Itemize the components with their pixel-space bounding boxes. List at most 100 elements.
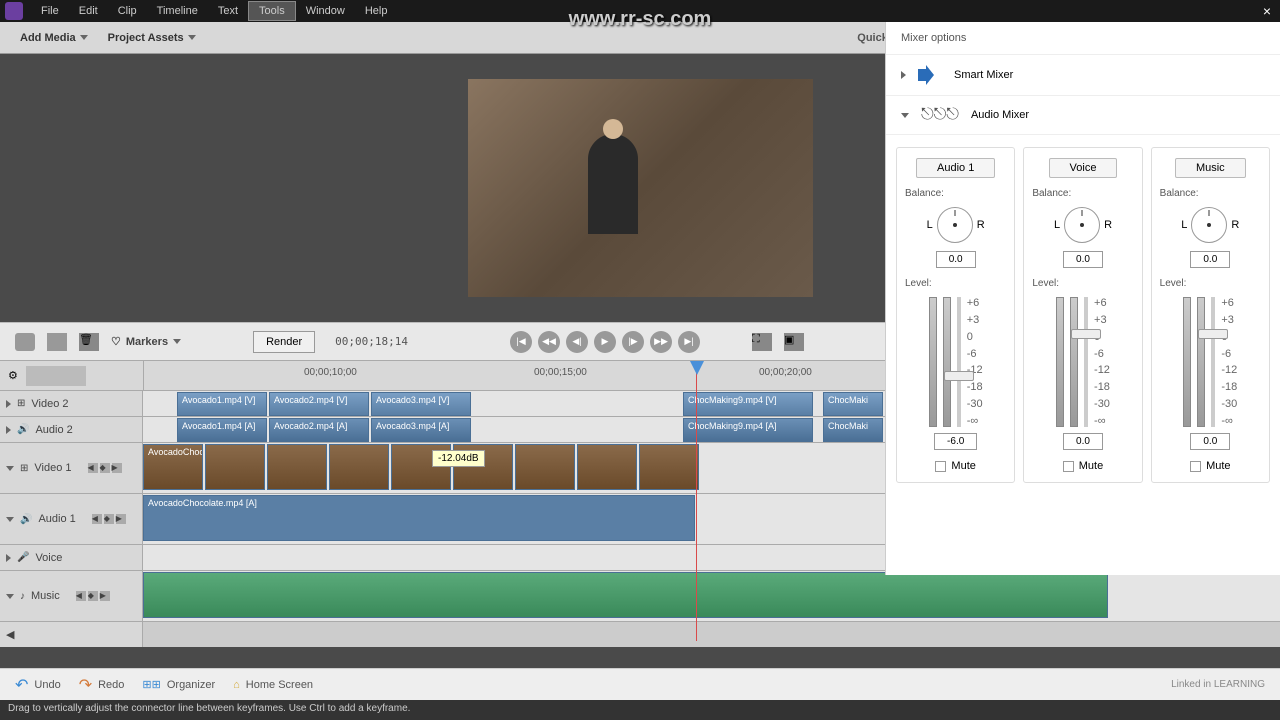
timeline-clip[interactable]: Avocado3.mp4 [A] (371, 418, 471, 442)
timeline-clip[interactable]: ChocMaki (823, 418, 883, 442)
timeline-clip[interactable]: Avocado1.mp4 [A] (177, 418, 267, 442)
balance-value[interactable]: 0.0 (1190, 251, 1230, 268)
mute-checkbox[interactable] (935, 461, 946, 472)
music-clip[interactable] (143, 572, 1108, 618)
balance-label: Balance: (905, 188, 944, 199)
timeline-clip[interactable]: ChocMaking9.mp4 [A] (683, 418, 813, 442)
balance-knob[interactable] (1064, 207, 1100, 243)
level-scale: +6+30-6-12-18-30-∞ (967, 297, 983, 427)
project-assets-button[interactable]: Project Assets (98, 26, 206, 50)
step-back-button[interactable]: ◀| (566, 331, 588, 353)
timeline-clip[interactable] (267, 444, 327, 490)
timeline-scrollbar[interactable] (143, 622, 1280, 647)
slider-thumb[interactable] (1071, 329, 1101, 339)
level-scale: +6+30-6-12-18-30-∞ (1094, 297, 1110, 427)
track-label-video1[interactable]: ⊞ Video 1◀◆▶ (0, 443, 143, 493)
timeline-clip[interactable] (639, 444, 699, 490)
level-value[interactable]: 0.0 (1190, 433, 1230, 450)
markers-button[interactable]: ♡ Markers (111, 335, 181, 348)
ruler-mark: 00;00;10;00 (304, 367, 357, 378)
db-tooltip: -12.04dB (432, 450, 485, 467)
menu-file[interactable]: File (31, 2, 69, 20)
timeline-clip[interactable] (205, 444, 265, 490)
mute-checkbox[interactable] (1190, 461, 1201, 472)
goto-end-button[interactable]: ▶| (678, 331, 700, 353)
add-media-button[interactable]: Add Media (10, 26, 98, 50)
level-label: Level: (905, 278, 932, 289)
mute-label: Mute (951, 460, 975, 472)
timeline-clip[interactable]: Avocado1.mp4 [V] (177, 392, 267, 416)
timecode-display[interactable]: 00;00;18;14 (335, 335, 408, 348)
menu-window[interactable]: Window (296, 2, 355, 20)
timeline-clip[interactable]: Avocado2.mp4 [A] (269, 418, 369, 442)
home-screen-button[interactable]: ⌂Home Screen (233, 679, 313, 691)
menu-help[interactable]: Help (355, 2, 398, 20)
redo-button[interactable]: ↷Redo (79, 675, 125, 695)
balance-knob[interactable] (937, 207, 973, 243)
level-value[interactable]: -6.0 (934, 433, 977, 450)
mixer-channels: Audio 1 Balance: L R 0.0 Level: +6+30-6-… (886, 135, 1280, 495)
scroll-left-icon[interactable]: ◀ (6, 628, 14, 641)
organizer-button[interactable]: ⊞⊞Organizer (142, 678, 215, 691)
app-icon (5, 2, 23, 20)
timeline-clip[interactable]: Avocado3.mp4 [V] (371, 392, 471, 416)
level-value[interactable]: 0.0 (1063, 433, 1103, 450)
audio-mixer-row[interactable]: ⎋⎋⎋ Audio Mixer (886, 96, 1280, 135)
playhead[interactable] (690, 361, 704, 375)
timeline-clip[interactable]: Avocado2.mp4 [V] (269, 392, 369, 416)
play-button[interactable]: ▶ (594, 331, 616, 353)
slider-thumb[interactable] (1198, 329, 1228, 339)
track-label-music[interactable]: ♪ Music◀◆▶ (0, 571, 143, 621)
track-music[interactable] (143, 571, 1280, 621)
menu-text[interactable]: Text (208, 2, 248, 20)
timeline-clip[interactable] (577, 444, 637, 490)
collapse-arrow-icon[interactable] (901, 113, 909, 118)
level-slider[interactable] (957, 297, 961, 427)
timeline-settings-icon[interactable]: ⚙ (8, 369, 18, 382)
balance-value[interactable]: 0.0 (1063, 251, 1103, 268)
mute-checkbox[interactable] (1063, 461, 1074, 472)
render-button[interactable]: Render (253, 331, 315, 353)
rewind-button[interactable]: ◀◀ (538, 331, 560, 353)
smart-mixer-label: Smart Mixer (954, 69, 1013, 81)
timeline-clip[interactable] (329, 444, 389, 490)
timeline-clip[interactable] (515, 444, 575, 490)
slider-thumb[interactable] (944, 371, 974, 381)
mute-label: Mute (1206, 460, 1230, 472)
preview-monitor[interactable] (468, 79, 813, 297)
track-label-video2[interactable]: ⊞ Video 2 (0, 391, 143, 416)
track-label-voice[interactable]: 🎤 Voice (0, 545, 143, 570)
timeline-clip[interactable]: AvocadoChocolate.mp4 [A] (143, 495, 695, 541)
safe-margins-icon[interactable]: ▣ (784, 333, 804, 351)
crop-icon[interactable] (47, 333, 67, 351)
waveform-toggle-icon[interactable] (26, 366, 86, 386)
menu-edit[interactable]: Edit (69, 2, 108, 20)
balance-knob[interactable] (1191, 207, 1227, 243)
menu-timeline[interactable]: Timeline (147, 2, 208, 20)
expand-arrow-icon[interactable] (901, 71, 906, 79)
track-label-audio1[interactable]: 🔊 Audio 1◀◆▶ (0, 494, 143, 544)
timeline-clip[interactable]: AvocadoChocolate.mp4 [V] (143, 444, 203, 490)
ruler-mark: 00;00;20;00 (759, 367, 812, 378)
goto-start-button[interactable]: |◀ (510, 331, 532, 353)
timeline-clip[interactable]: ChocMaki (823, 392, 883, 416)
undo-button[interactable]: ↶Undo (15, 675, 61, 695)
bottom-bar: ↶Undo ↷Redo ⊞⊞Organizer ⌂Home Screen Lin… (0, 668, 1280, 700)
menu-clip[interactable]: Clip (108, 2, 147, 20)
balance-value[interactable]: 0.0 (936, 251, 976, 268)
level-slider[interactable] (1211, 297, 1215, 427)
menu-tools[interactable]: Tools (248, 1, 296, 21)
snapshot-icon[interactable] (15, 333, 35, 351)
timeline-clip[interactable]: ChocMaking9.mp4 [V] (683, 392, 813, 416)
level-slider[interactable] (1084, 297, 1088, 427)
track-label-audio2[interactable]: 🔊 Audio 2 (0, 417, 143, 442)
window-close-button[interactable]: × (1259, 3, 1275, 19)
level-label: Level: (1032, 278, 1059, 289)
level-meter (1197, 297, 1205, 427)
trash-icon[interactable]: 🗑 (79, 333, 99, 351)
speaker-icon (918, 65, 942, 85)
fast-forward-button[interactable]: ▶▶ (650, 331, 672, 353)
smart-mixer-row[interactable]: Smart Mixer (886, 55, 1280, 96)
step-forward-button[interactable]: |▶ (622, 331, 644, 353)
fullscreen-icon[interactable]: ⛶ (752, 333, 772, 351)
